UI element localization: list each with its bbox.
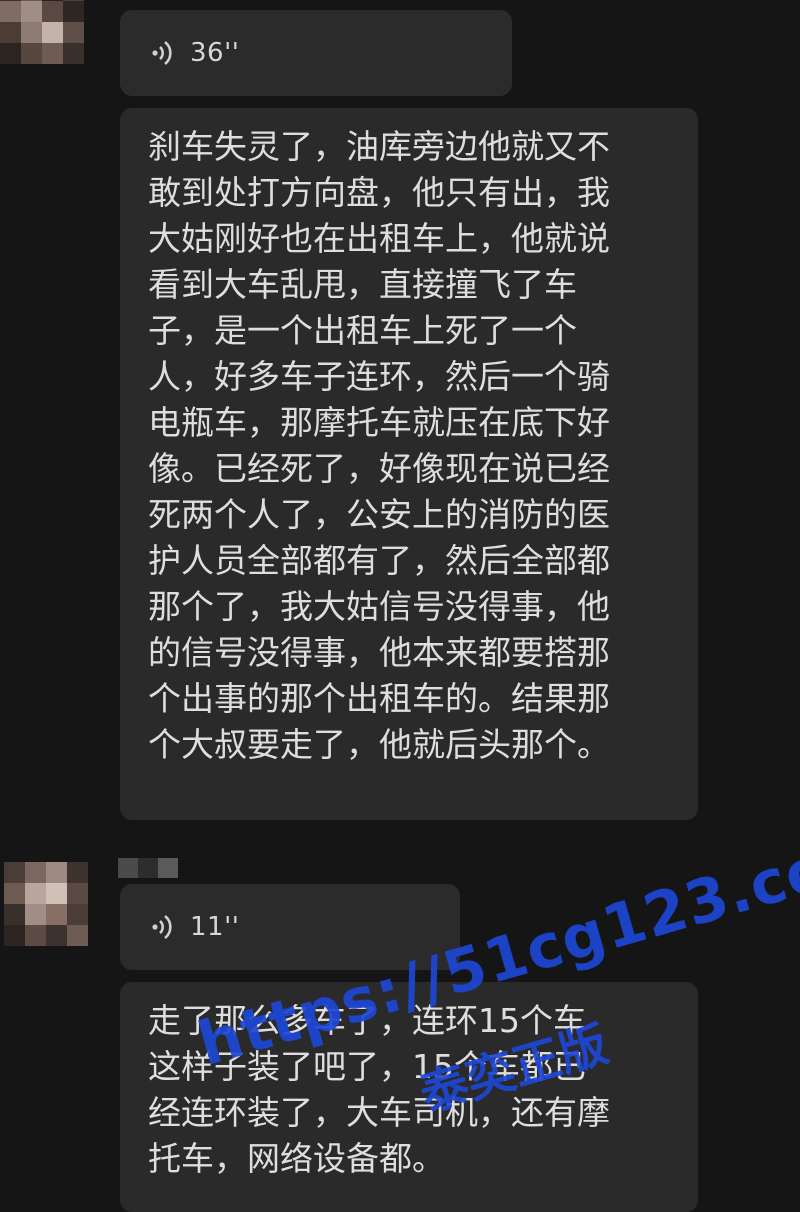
transcription-line: 看到大车乱甩，直接撞飞了车 — [148, 265, 577, 304]
transcription-line: 托车，网络设备都。 — [148, 1139, 445, 1178]
transcription-line: 子，是一个出租车上死了一个 — [148, 311, 577, 350]
avatar[interactable] — [4, 862, 88, 946]
transcription-line: 大姑刚好也在出租车上，他就说 — [148, 219, 610, 258]
voice-message[interactable]: 36'' — [120, 10, 512, 96]
transcription-line: 像。已经死了，好像现在说已经 — [148, 449, 610, 488]
transcription-line: 电瓶车，那摩托车就压在底下好 — [148, 403, 610, 442]
voice-duration: 36'' — [190, 38, 240, 68]
sender-name — [118, 858, 178, 878]
transcription-line: 敢到处打方向盘，他只有出，我 — [148, 173, 610, 212]
transcription-bubble: 刹车失灵了，油库旁边他就又不 敢到处打方向盘，他只有出，我 大姑刚好也在出租车上… — [120, 108, 698, 820]
transcription-line: 护人员全部都有了，然后全部都 — [148, 541, 610, 580]
transcription-line: 个大叔要走了，他就后头那个。 — [148, 725, 610, 764]
transcription-line: 走了那么多车了，连环15个车 — [148, 1001, 586, 1040]
voice-wave-icon — [152, 914, 172, 940]
transcription-line: 个出事的那个出租车的。结果那 — [148, 679, 610, 718]
transcription-line: 经连环装了，大车司机，还有摩 — [148, 1093, 610, 1132]
voice-wave-icon — [152, 40, 172, 66]
transcription-line: 的信号没得事，他本来都要搭那 — [148, 633, 610, 672]
transcription-bubble: 走了那么多车了，连环15个车 这样子装了吧了，15个车都已 经连环装了，大车司机… — [120, 982, 698, 1212]
transcription-line: 死两个人了，公安上的消防的医 — [148, 495, 610, 534]
transcription-line: 这样子装了吧了，15个车都已 — [148, 1047, 586, 1086]
voice-duration: 11'' — [190, 912, 240, 942]
avatar[interactable] — [0, 0, 84, 64]
transcription-line: 刹车失灵了，油库旁边他就又不 — [148, 127, 610, 166]
transcription-line: 那个了，我大姑信号没得事，他 — [148, 587, 610, 626]
voice-message[interactable]: 11'' — [120, 884, 460, 970]
transcription-line: 人，好多车子连环，然后一个骑 — [148, 357, 610, 396]
